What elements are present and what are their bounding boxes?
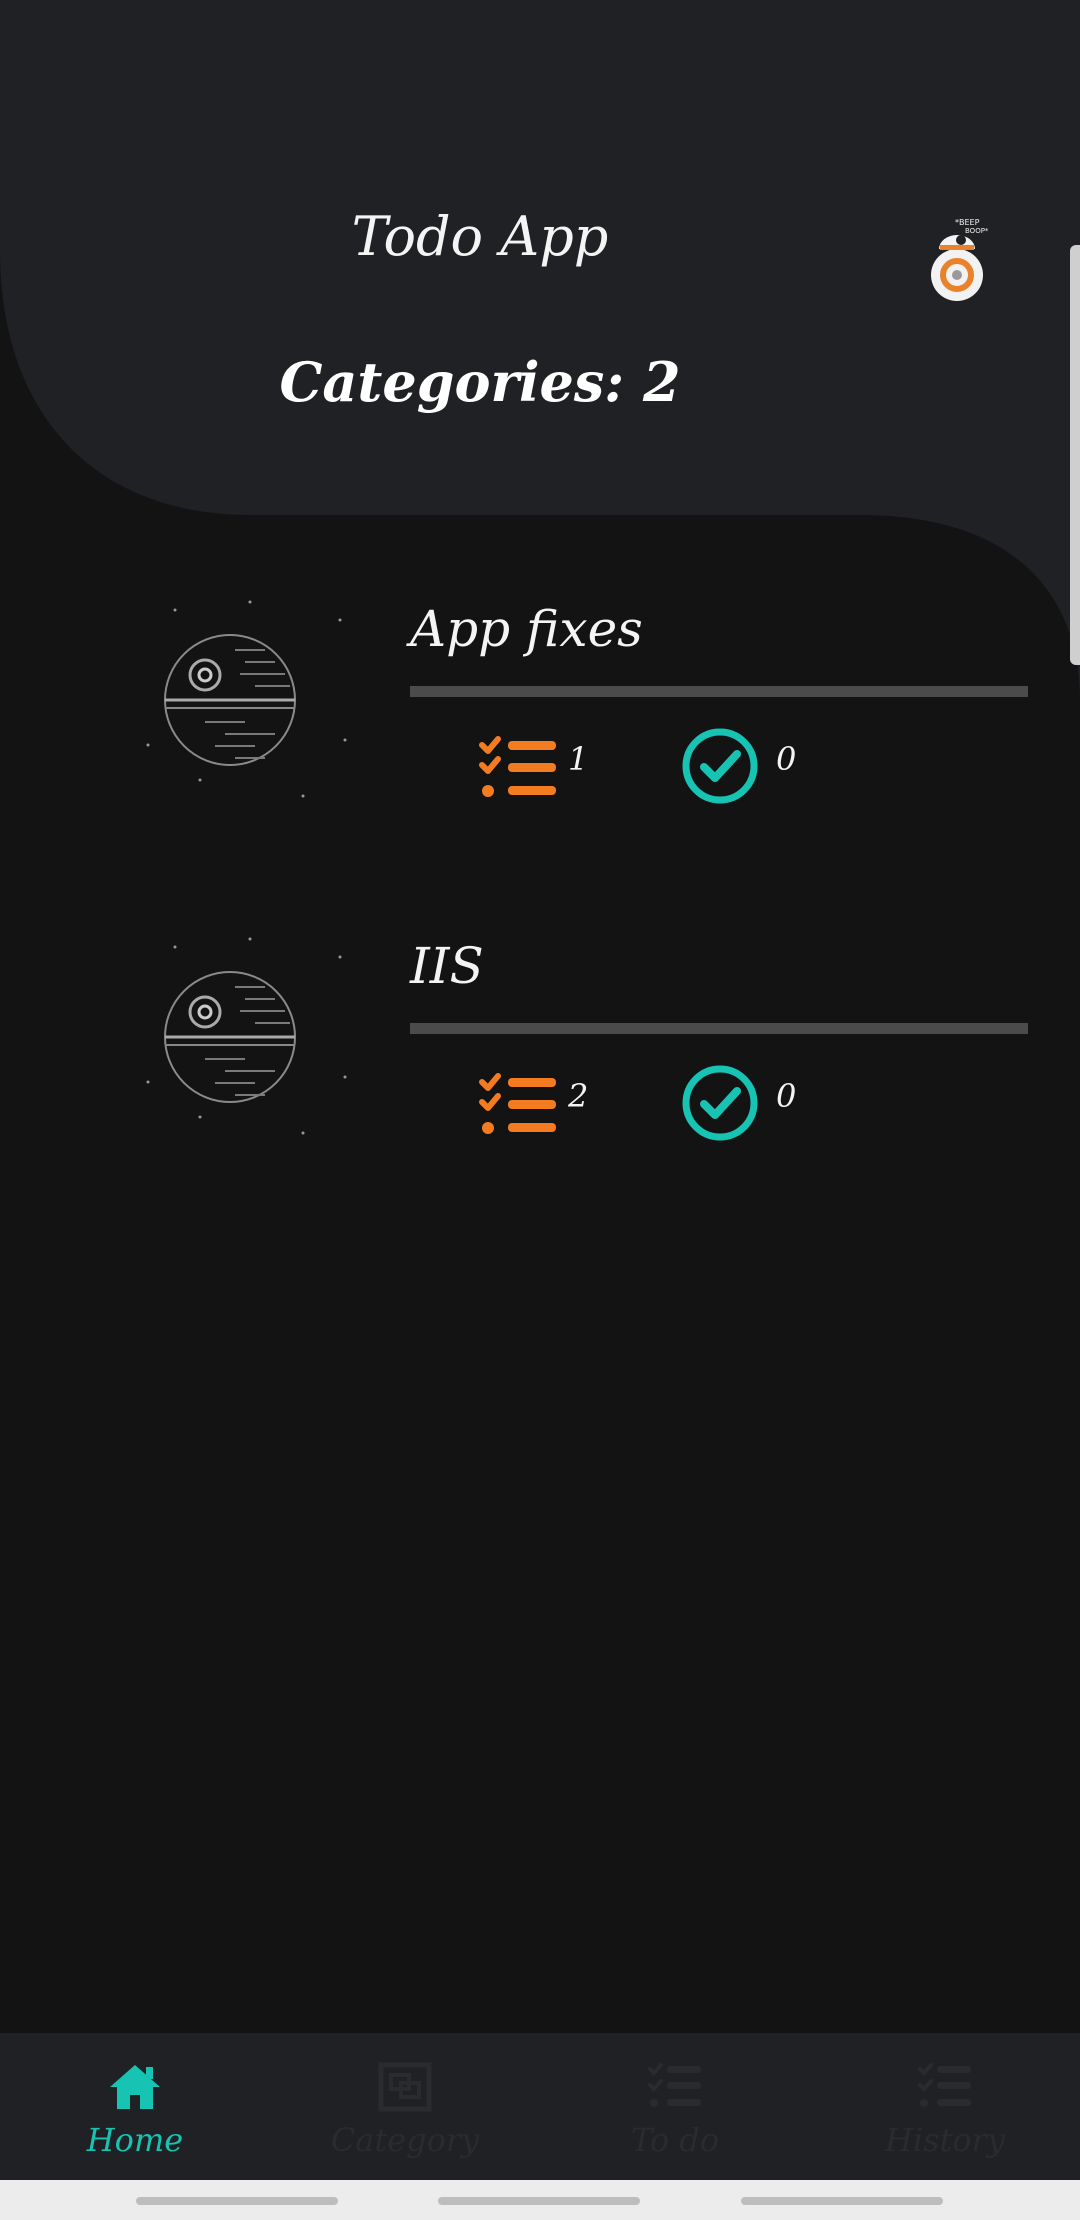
checklist-icon bbox=[479, 736, 556, 797]
divider bbox=[410, 1023, 1028, 1034]
svg-text:*BEEP: *BEEP bbox=[955, 218, 980, 227]
category-title: App fixes bbox=[410, 600, 643, 658]
checklist-icon bbox=[479, 1073, 556, 1134]
done-count: 0 bbox=[776, 740, 797, 778]
check-circle-icon bbox=[682, 1065, 758, 1141]
nav-label-home: Home bbox=[86, 2121, 184, 2159]
death-star-icon bbox=[146, 937, 347, 1135]
gesture-pill[interactable] bbox=[136, 2197, 338, 2205]
category-title: IIS bbox=[410, 937, 484, 995]
category-card[interactable]: IIS 2 0 bbox=[0, 937, 1080, 1197]
check-circle-icon bbox=[682, 728, 758, 804]
nav-item-category[interactable]: Category bbox=[270, 2033, 540, 2180]
todo-count: 2 bbox=[568, 1077, 589, 1115]
category-icon bbox=[378, 2062, 432, 2112]
nav-label-todo: To do bbox=[630, 2121, 720, 2159]
checklist-icon bbox=[648, 2063, 701, 2107]
home-icon bbox=[110, 2065, 160, 2109]
category-card[interactable]: App fixes 1 0 bbox=[0, 600, 1080, 860]
nav-label-category: Category bbox=[330, 2121, 480, 2159]
bb8-avatar-icon[interactable]: *BEEP BOOP* bbox=[915, 215, 1005, 305]
app-title: Todo App bbox=[351, 205, 609, 268]
done-count: 0 bbox=[776, 1077, 797, 1115]
death-star-icon bbox=[146, 600, 347, 798]
nav-item-history[interactable]: History bbox=[810, 2033, 1080, 2180]
todo-count: 1 bbox=[568, 740, 589, 778]
nav-item-home[interactable]: Home bbox=[0, 2033, 270, 2180]
checklist-icon bbox=[918, 2063, 971, 2107]
app-screen: Todo App *BEEP BOOP* Categories: 2 App f… bbox=[0, 0, 1080, 2220]
divider bbox=[410, 686, 1028, 697]
system-navigation-bar bbox=[0, 2180, 1080, 2220]
categories-count: Categories: 2 bbox=[279, 350, 681, 414]
svg-text:BOOP*: BOOP* bbox=[965, 227, 989, 235]
gesture-pill[interactable] bbox=[438, 2197, 640, 2205]
nav-label-history: History bbox=[884, 2121, 1006, 2159]
nav-item-todo[interactable]: To do bbox=[540, 2033, 810, 2180]
gesture-pill[interactable] bbox=[741, 2197, 943, 2205]
bottom-navigation: Home Category To do History bbox=[0, 2033, 1080, 2180]
